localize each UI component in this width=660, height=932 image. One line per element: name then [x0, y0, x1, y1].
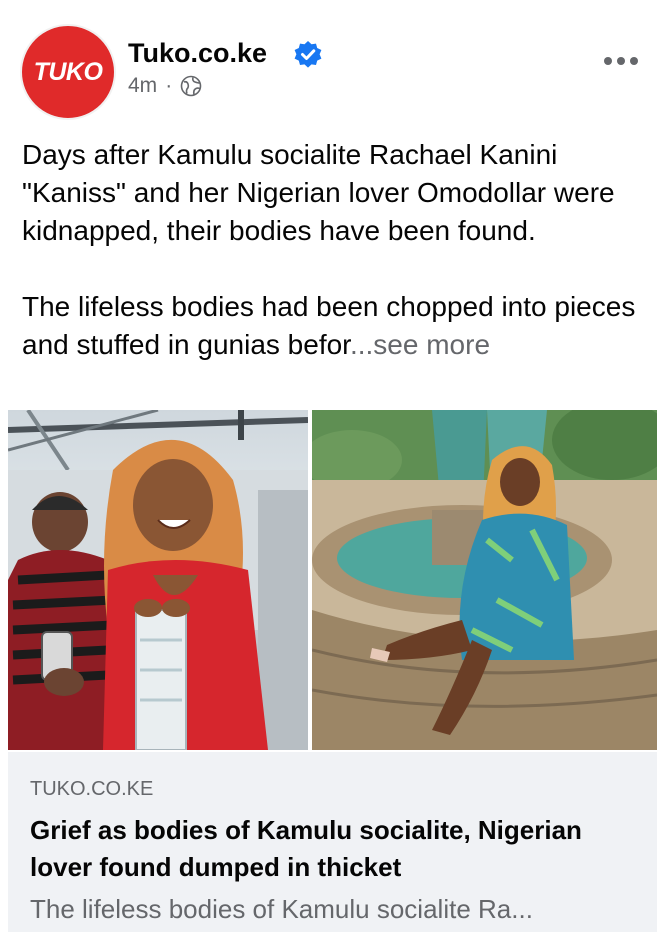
post-meta: 4m ·	[128, 74, 202, 98]
post-paragraph-2-text: The lifeless bodies had been chopped int…	[22, 291, 636, 360]
meta-separator: ·	[165, 74, 173, 97]
page-avatar[interactable]: TUKO	[20, 24, 116, 120]
post-paragraph-2: The lifeless bodies had been chopped int…	[22, 288, 647, 364]
link-preview-card[interactable]: TUKO.CO.KE Grief as bodies of Kamulu soc…	[8, 752, 657, 932]
post-paragraph-1: Days after Kamulu socialite Rachael Kani…	[22, 139, 615, 246]
link-description: The lifeless bodies of Kamulu socialite …	[30, 894, 533, 924]
page-name-link[interactable]: Tuko.co.ke	[128, 38, 267, 69]
post-timestamp[interactable]: 4m	[128, 74, 157, 98]
globe-icon[interactable]	[180, 75, 202, 97]
photo-left-illustration	[8, 410, 308, 750]
see-more-link[interactable]: ...see more	[350, 329, 490, 360]
link-title[interactable]: Grief as bodies of Kamulu socialite, Nig…	[30, 812, 640, 886]
post-header: TUKO Tuko.co.ke 4m ·	[0, 0, 660, 120]
avatar-logo-text: TUKO	[33, 57, 103, 86]
photo-right-illustration	[312, 410, 657, 750]
more-options-icon[interactable]	[598, 48, 644, 74]
verified-badge-icon	[294, 41, 322, 68]
post-text: Days after Kamulu socialite Rachael Kani…	[22, 136, 647, 402]
link-domain: TUKO.CO.KE	[30, 778, 154, 800]
post-photo-right[interactable]	[312, 410, 657, 750]
post-photo-left[interactable]	[8, 410, 308, 750]
